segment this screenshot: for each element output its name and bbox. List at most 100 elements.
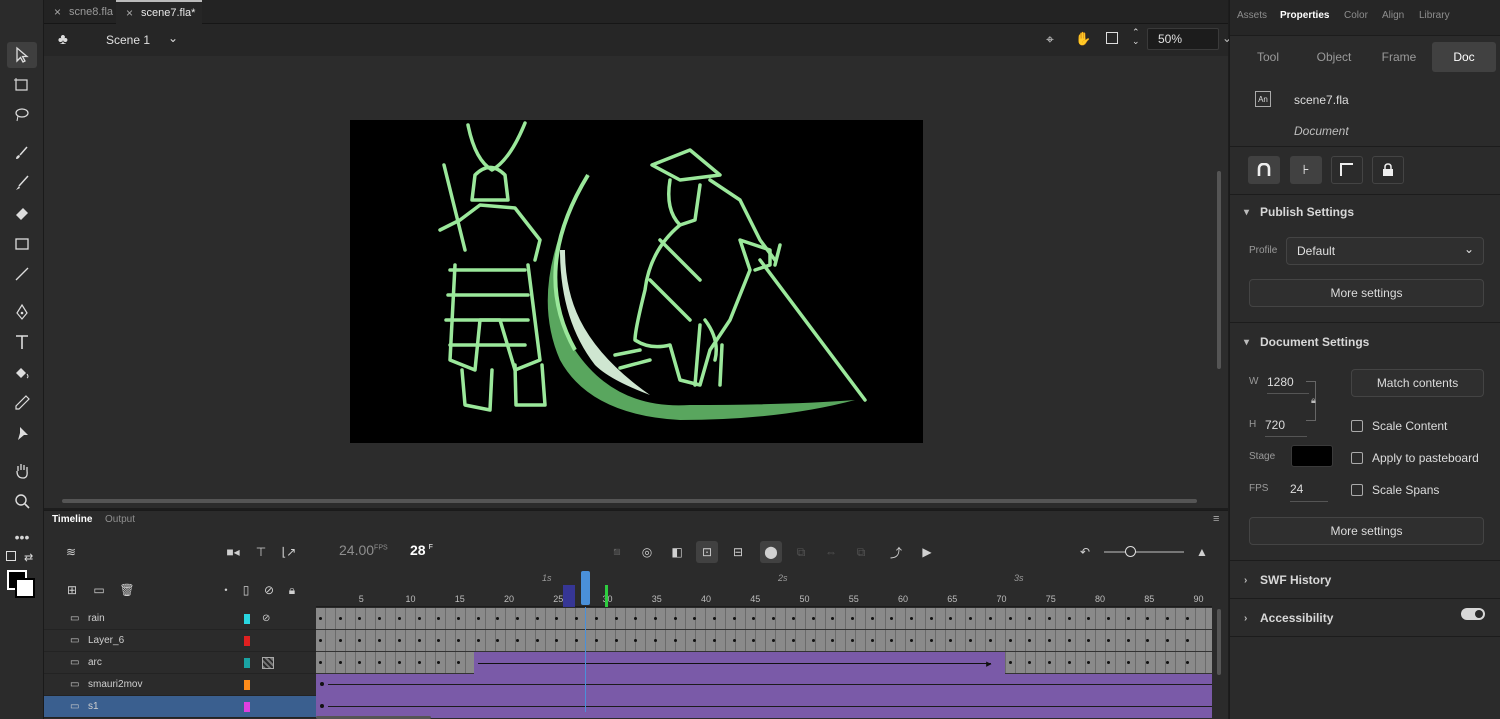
insert-frame-icon[interactable]: ⊟ xyxy=(727,541,749,563)
selection-tool-icon[interactable] xyxy=(7,42,37,68)
zoom-tool-icon[interactable] xyxy=(7,488,37,514)
playhead[interactable] xyxy=(581,571,590,605)
layer-color-swatch[interactable] xyxy=(244,635,250,646)
layer-parenting-icon[interactable]: ⊤ xyxy=(250,541,272,563)
camera-icon[interactable]: ■◂ xyxy=(222,541,244,563)
paint-brush-tool-icon[interactable] xyxy=(7,140,37,166)
rectangle-tool-icon[interactable] xyxy=(7,231,37,257)
lasso-tool-icon[interactable] xyxy=(7,102,37,128)
snap-guides-icon[interactable]: ⊦ xyxy=(1290,156,1322,184)
close-icon[interactable]: × xyxy=(126,6,133,20)
fps-readout[interactable]: 24.00FPS xyxy=(339,542,388,558)
tab-color[interactable]: Color xyxy=(1344,10,1368,21)
layer-color-swatch[interactable] xyxy=(244,657,250,668)
publish-more-settings-button[interactable]: More settings xyxy=(1249,279,1484,307)
close-icon[interactable]: × xyxy=(54,5,61,19)
timeline-zoom-slider[interactable] xyxy=(1104,551,1184,553)
snap-magnet-icon[interactable] xyxy=(1248,156,1280,184)
layer-color-swatch[interactable] xyxy=(244,701,250,712)
stage-canvas[interactable] xyxy=(350,120,923,443)
onion-skin-icon[interactable]: ⬤ xyxy=(760,541,782,563)
vertical-scrollbar[interactable] xyxy=(1217,171,1221,369)
keyframe-icon[interactable]: ◎ xyxy=(636,541,658,563)
tab-align[interactable]: Align xyxy=(1382,10,1404,21)
subtab-object[interactable]: Object xyxy=(1302,42,1366,72)
layer-name[interactable]: arc xyxy=(88,657,102,668)
blank-keyframe-icon[interactable]: ◧ xyxy=(666,541,688,563)
hand-tool-icon[interactable] xyxy=(7,458,37,484)
horizontal-scrollbar[interactable] xyxy=(62,499,1197,503)
crosshair-icon[interactable]: ⌖ xyxy=(1046,31,1054,48)
layer-name[interactable]: Layer_6 xyxy=(88,635,124,646)
swap-colors-icon[interactable]: ⇄ xyxy=(24,551,33,564)
auto-keyframe-icon[interactable]: ⊡ xyxy=(696,541,718,563)
play-icon[interactable]: ▶ xyxy=(916,541,938,563)
free-transform-tool-icon[interactable] xyxy=(7,72,37,98)
create-tween-icon[interactable]: ⧉ xyxy=(790,541,812,563)
zoom-stepper-icon[interactable]: ⌃ ⌄ xyxy=(1132,28,1140,46)
classic-tween-icon[interactable]: ⧉ xyxy=(850,541,872,563)
layer-frames[interactable] xyxy=(316,674,1212,696)
layer-frames[interactable] xyxy=(316,608,1212,630)
document-more-settings-button[interactable]: More settings xyxy=(1249,517,1484,545)
line-tool-icon[interactable] xyxy=(7,261,37,287)
clubs-icon[interactable]: ♣ xyxy=(58,31,68,48)
tab-properties[interactable]: Properties xyxy=(1280,10,1329,21)
accessibility-header[interactable]: › Accessibility xyxy=(1244,611,1333,625)
tab-output[interactable]: Output xyxy=(105,514,135,525)
current-frame-readout[interactable]: 28 F xyxy=(410,542,433,558)
pin-tool-icon[interactable] xyxy=(7,420,37,446)
panel-menu-icon[interactable]: ≡ xyxy=(1213,513,1219,525)
subtab-tool[interactable]: Tool xyxy=(1236,42,1300,72)
publish-settings-header[interactable]: ▾ Publish Settings xyxy=(1244,205,1354,219)
width-field[interactable]: 1280 xyxy=(1267,375,1309,394)
zoom-field[interactable]: 50% ⌄ xyxy=(1147,28,1232,50)
default-colors-icon[interactable] xyxy=(6,551,16,561)
layer-row-arc[interactable]: ▭ arc xyxy=(44,652,316,674)
apply-pasteboard-checkbox[interactable]: Apply to pasteboard xyxy=(1351,451,1479,465)
preview-range-start[interactable] xyxy=(563,585,575,607)
pen-tool-icon[interactable] xyxy=(7,299,37,325)
layer-row-layer_6[interactable]: ▭ Layer_6 xyxy=(44,630,316,652)
frame-ruler[interactable]: 1s 2s 3s 5101520253035404550556065707580… xyxy=(316,571,1212,607)
layer-frames[interactable] xyxy=(316,696,1212,718)
layer-color-swatch[interactable] xyxy=(244,679,250,690)
paint-bucket-tool-icon[interactable] xyxy=(7,360,37,386)
layer-row-s1[interactable]: ▭ s1 xyxy=(44,696,316,718)
folder-icon[interactable]: ▭ xyxy=(88,579,110,601)
scale-spans-checkbox[interactable]: Scale Spans xyxy=(1351,483,1439,497)
slider-thumb[interactable] xyxy=(1125,546,1136,557)
profile-select[interactable]: Default ⌄ xyxy=(1286,237,1484,265)
layer-name[interactable]: s1 xyxy=(88,701,99,712)
graph-icon[interactable]: ⌊↗ xyxy=(278,541,300,563)
mask-layer-icon[interactable] xyxy=(262,656,274,669)
eye-hidden-icon[interactable]: ⊘ xyxy=(258,579,280,601)
shape-tween-icon[interactable]: ⇔ xyxy=(820,541,842,563)
lock-icon[interactable] xyxy=(1372,156,1404,184)
more-tools-icon[interactable]: ••• xyxy=(7,524,37,550)
stage-color-swatch[interactable] xyxy=(1291,445,1333,467)
layer-frames[interactable]: ▶ xyxy=(316,652,1212,674)
subtab-doc[interactable]: Doc xyxy=(1432,42,1496,72)
chevron-down-icon[interactable]: ⌄ xyxy=(168,31,178,45)
fill-color-swatch[interactable] xyxy=(15,578,35,598)
accessibility-toggle[interactable] xyxy=(1461,608,1485,620)
eye-hidden-icon[interactable]: ⊘ xyxy=(262,613,270,624)
tab-assets[interactable]: Assets xyxy=(1237,10,1267,21)
eyedropper-tool-icon[interactable] xyxy=(7,390,37,416)
loop-icon[interactable]: ⤴ xyxy=(885,541,907,563)
outline-icon[interactable]: ▯ xyxy=(235,579,257,601)
fps-field[interactable]: 24 xyxy=(1290,482,1328,502)
eraser-tool-icon[interactable] xyxy=(7,200,37,226)
layer-color-swatch[interactable] xyxy=(244,613,250,624)
clip-stage-icon[interactable] xyxy=(1106,32,1118,44)
scale-content-checkbox[interactable]: Scale Content xyxy=(1351,419,1447,433)
add-layer-icon[interactable]: ⊞ xyxy=(61,579,83,601)
tab-scne8[interactable]: × scne8.fla xyxy=(44,0,124,24)
tab-library[interactable]: Library xyxy=(1419,10,1450,21)
layer-frames[interactable] xyxy=(316,630,1212,652)
layer-row-smauri2mov[interactable]: ▭ smauri2mov xyxy=(44,674,316,696)
highlight-dot-icon[interactable]: • xyxy=(215,579,237,601)
scene-name[interactable]: Scene 1 xyxy=(106,33,150,47)
lock-icon[interactable]: 🔒︎ xyxy=(281,579,303,601)
